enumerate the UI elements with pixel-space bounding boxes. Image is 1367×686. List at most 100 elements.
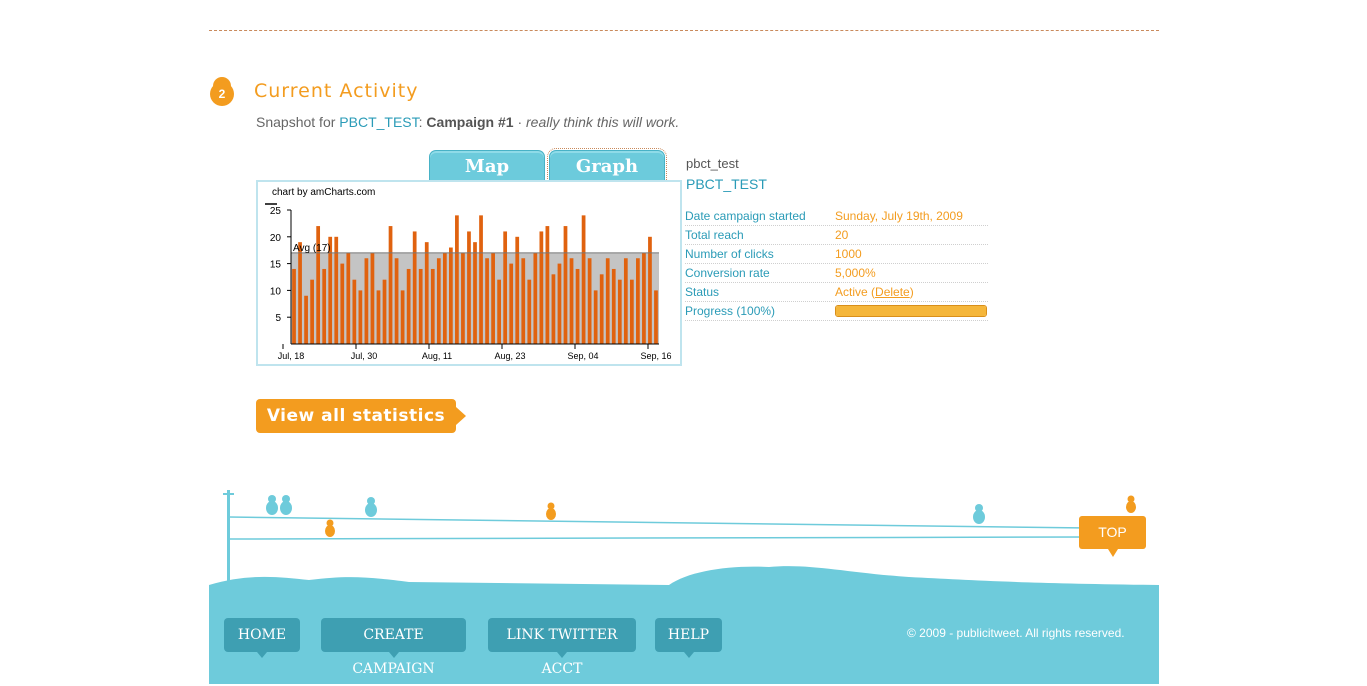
chart-bar <box>485 258 489 344</box>
chart-bar <box>551 274 556 344</box>
chart-bar <box>394 258 399 344</box>
chart-bar <box>623 258 628 344</box>
chart-bar <box>629 279 634 344</box>
chart-bar <box>617 279 622 344</box>
chart-bar <box>449 247 453 344</box>
chart-bar <box>636 258 640 344</box>
chart-bar <box>654 290 658 344</box>
x-tick-label: Jul, 30 <box>351 351 378 361</box>
chart-svg: Avg (17) 5 10 15 20 25 Jul, 18 Jul, 30 Aug, 11 Au… <box>265 203 672 361</box>
top-button[interactable]: TOP <box>1079 516 1146 557</box>
chart-bar <box>322 268 327 344</box>
chart-bar <box>587 258 592 344</box>
copyright-text: © 2009 - publicitweet. All rights reserv… <box>907 626 1125 640</box>
y-tick-label: 10 <box>270 286 282 297</box>
chart-bar <box>503 231 508 344</box>
chart-bar <box>352 279 357 344</box>
chart-bar <box>436 258 441 344</box>
chart-bar <box>575 268 580 344</box>
stat-row-conversion: Conversion rate 5,000% <box>685 264 988 283</box>
x-tick-label: Jul, 18 <box>278 351 305 361</box>
chart-bar <box>400 290 405 344</box>
chart-bar <box>298 242 302 344</box>
chart-bar <box>430 268 435 344</box>
chart-bar <box>442 252 447 344</box>
tab-map[interactable]: Map <box>429 150 545 181</box>
chart-bar <box>581 215 586 344</box>
chart-bar <box>509 263 514 344</box>
snapshot-line: Snapshot for PBCT_TEST: Campaign #1 · re… <box>256 114 680 130</box>
chart-bar <box>569 258 574 344</box>
birds-on-wire-illustration <box>209 490 1159 590</box>
x-tick-label: Aug, 23 <box>494 351 525 361</box>
chart-bar <box>533 252 538 344</box>
chart-bar <box>406 268 411 344</box>
chart-bar <box>527 279 532 344</box>
stat-row-status: Status Active (Delete) <box>685 283 988 302</box>
chart-bar <box>310 279 314 344</box>
chart-bar <box>340 263 345 344</box>
chart-bar <box>611 268 616 344</box>
progress-bar <box>835 305 987 317</box>
x-tick-label: Aug, 11 <box>422 351 452 361</box>
y-tick-label: 25 <box>270 206 282 217</box>
nav-link-twitter-button[interactable]: LINK TWITTER ACCT <box>488 618 636 677</box>
nav-help-button[interactable]: HELP <box>655 618 722 658</box>
chart-bar <box>545 226 550 344</box>
progress-fill <box>836 306 986 316</box>
stat-row-progress: Progress (100%) <box>685 302 988 321</box>
nav-create-campaign-button[interactable]: CREATE CAMPAIGN <box>321 618 466 677</box>
account-handle: pbct_test <box>686 156 739 171</box>
chart-bar <box>412 231 417 344</box>
chart-bar <box>292 268 296 344</box>
chart-bar <box>497 279 501 344</box>
y-tick-label: 15 <box>270 260 282 271</box>
chart-bar <box>455 215 459 344</box>
chart-bar <box>473 242 477 344</box>
chart-bar <box>346 252 351 344</box>
chart-bar <box>424 242 429 344</box>
chart-bar <box>461 252 465 344</box>
chart-bar <box>605 258 610 344</box>
delete-campaign-link[interactable]: Delete <box>875 285 910 299</box>
x-tick-label: Sep, 16 <box>640 351 671 361</box>
x-tick-label: Sep, 04 <box>567 351 598 361</box>
y-tick-label: 20 <box>270 233 282 244</box>
chart-bar <box>599 274 604 344</box>
chart-bar <box>364 258 369 344</box>
chart-bar <box>418 268 423 344</box>
chart-bar <box>304 295 308 344</box>
chart-bar <box>358 290 363 344</box>
top-divider <box>209 30 1159 31</box>
activity-chart: chart by amCharts.com Avg (17) 5 10 15 20 25 J… <box>256 180 682 366</box>
stats-table: Date campaign started Sunday, July 19th,… <box>685 207 988 321</box>
chart-bar <box>376 290 381 344</box>
average-label: Avg (17) <box>293 243 331 254</box>
chart-bar <box>382 279 387 344</box>
chart-bar <box>479 215 483 344</box>
nav-home-button[interactable]: HOME <box>224 618 300 658</box>
chart-bar <box>467 231 471 344</box>
view-all-statistics-button[interactable]: View all statistics <box>256 399 456 433</box>
chart-bar <box>491 252 495 344</box>
tab-graph[interactable]: Graph <box>547 148 667 183</box>
step-number-badge: 2 <box>210 77 234 106</box>
chart-bar <box>593 290 598 344</box>
chart-bar <box>563 226 568 344</box>
campaign-description: really think this will work. <box>526 114 680 130</box>
chart-bar <box>521 258 526 344</box>
account-link[interactable]: PBCT_TEST <box>339 114 418 130</box>
chart-bar <box>557 263 562 344</box>
chart-bar <box>642 252 646 344</box>
chart-bar <box>370 252 375 344</box>
account-name-link[interactable]: PBCT_TEST <box>686 176 767 192</box>
stat-row-clicks: Number of clicks 1000 <box>685 245 988 264</box>
stat-row-date: Date campaign started Sunday, July 19th,… <box>685 207 988 226</box>
view-all-arrow-icon <box>456 407 466 425</box>
chart-bar <box>539 231 544 344</box>
stat-row-reach: Total reach 20 <box>685 226 988 245</box>
y-tick-label: 5 <box>275 313 281 324</box>
campaign-name: Campaign #1 <box>426 114 514 130</box>
section-title: Current Activity <box>254 80 419 102</box>
chart-bar <box>388 226 393 344</box>
